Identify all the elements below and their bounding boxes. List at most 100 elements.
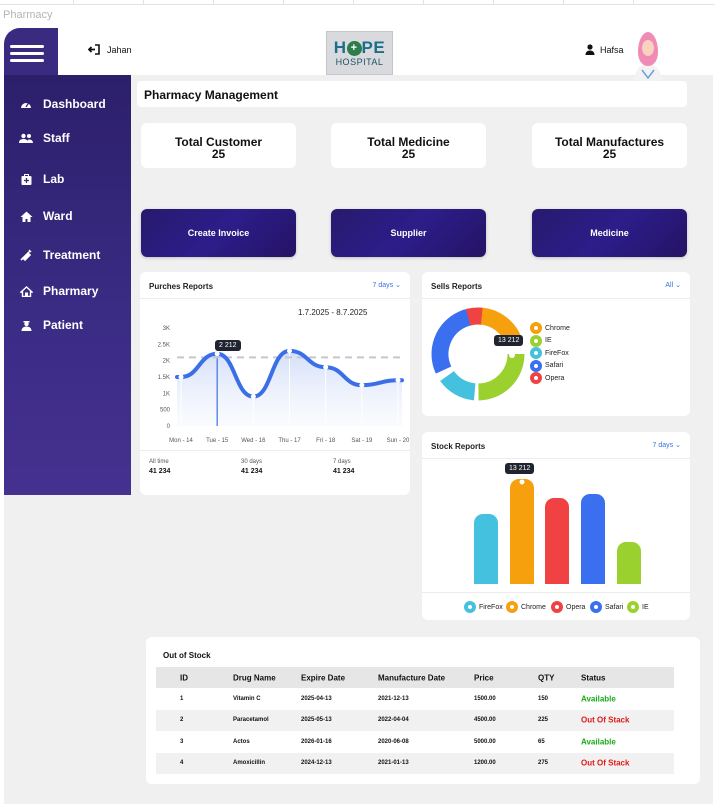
- medicine-button[interactable]: Medicine: [532, 209, 687, 257]
- data-point: [395, 377, 401, 383]
- table-cell: 3: [180, 738, 184, 745]
- legend-label: FireFox: [479, 603, 503, 611]
- hospital-logo: H + PE HOSPITAL: [326, 31, 393, 75]
- table-cell: 150: [538, 695, 549, 702]
- footer-stat-7-days: 7 days 41 234: [333, 459, 354, 475]
- topbar: Jahan H + PE HOSPITAL Hafsa: [58, 28, 713, 82]
- page-title: Pharmacy Management: [144, 88, 279, 102]
- app-frame: Jahan H + PE HOSPITAL Hafsa Dashboard Staf…: [4, 28, 713, 804]
- column-header: Manufacture Date: [378, 673, 446, 682]
- legend-swatch: [530, 322, 542, 334]
- user-nurse-icon: [18, 318, 34, 332]
- sidebar-item-label: Patient: [43, 318, 84, 332]
- table-cell: 2025-04-13: [301, 695, 332, 702]
- legend-swatch: [506, 601, 518, 613]
- data-point: [359, 382, 365, 388]
- range-dropdown[interactable]: All ⌄: [665, 281, 681, 289]
- stat-card-total-medicine: Total Medicine 25: [331, 123, 486, 168]
- footer-stat-label: 30 days: [241, 459, 263, 465]
- legend-label: FireFox: [545, 349, 569, 357]
- range-dropdown-value: 7 days: [652, 442, 674, 449]
- legend-item: FireFox: [530, 347, 569, 359]
- logout-icon: [88, 44, 100, 55]
- y-tick-label: 3K: [163, 326, 170, 332]
- stat-card-total-customer: Total Customer 25: [141, 123, 296, 168]
- table-cell: 275: [538, 760, 549, 766]
- range-dropdown-value: 7 days: [372, 282, 394, 289]
- table-cell: 225: [538, 717, 549, 723]
- card-header: Sells Reports All ⌄: [422, 272, 690, 299]
- legend-label: IE: [545, 337, 552, 344]
- chevron-down-icon: ⌄: [675, 442, 681, 449]
- table-cell: 1200.00: [474, 760, 496, 766]
- sidebar-item-lab[interactable]: Lab: [18, 172, 64, 186]
- sidebar-item-pharmary[interactable]: Pharmary: [18, 284, 98, 298]
- table-cell: 2021-01-13: [378, 760, 409, 766]
- sidebar-item-ward[interactable]: Ward: [18, 209, 73, 223]
- stock-legend: FireFox Chrome Opera Safari IE: [422, 592, 690, 620]
- range-dropdown[interactable]: 7 days ⌄: [653, 441, 681, 449]
- legend-swatch: [530, 372, 542, 384]
- bar-base: [581, 576, 605, 584]
- purchase-report-card: Purches Reports 7 days ⌄ 1.7.2025 - 8.7.…: [140, 272, 410, 495]
- sidebar-item-dashboard[interactable]: Dashboard: [18, 97, 106, 111]
- column-header: ID: [180, 673, 188, 682]
- footer-stat-label: All time: [149, 459, 169, 465]
- supplier-button[interactable]: Supplier: [331, 209, 486, 257]
- sells-report-card: Sells Reports All ⌄ 13 212 Chrome IE FireF…: [422, 272, 690, 416]
- syringe-icon: [18, 248, 34, 262]
- card-header: Stock Reports 7 days ⌄: [422, 432, 690, 459]
- table-cell: 2020-06-08: [378, 738, 409, 745]
- sidebar-item-patient[interactable]: Patient: [18, 318, 83, 332]
- legend-item: IE: [530, 334, 552, 347]
- footer-stat-30-days: 30 days 41 234: [241, 459, 262, 475]
- x-tick-label: Mon - 14: [169, 438, 193, 444]
- sidebar-item-treatment[interactable]: Treatment: [18, 248, 100, 262]
- table-row: 2 Paracetamol 2025-05-13 2022-04-04 4500.00 2…: [156, 709, 674, 731]
- sidebar-item-staff[interactable]: Staff: [18, 131, 70, 145]
- chevron-down-icon: ⌄: [395, 282, 401, 289]
- bar-base: [617, 576, 641, 584]
- line-chart-tooltip: 2 212: [215, 340, 241, 351]
- legend-item: Opera: [551, 601, 585, 613]
- stat-value: 25: [401, 147, 416, 161]
- stock-bar-chart: [474, 479, 641, 584]
- house-outline-icon: [18, 284, 34, 298]
- table-cell: 1500.00: [474, 695, 496, 702]
- column-header: QTY: [538, 673, 555, 682]
- hamburger-menu-icon[interactable]: [10, 45, 44, 63]
- user-menu[interactable]: Hafsa: [585, 44, 624, 55]
- footer-stat-value: 41 234: [149, 468, 171, 475]
- sidebar: Dashboard Staff Lab Ward Treatment Pharm…: [4, 75, 131, 495]
- footer-stat-all-time: All time 41 234: [149, 459, 170, 475]
- stat-value: 25: [602, 147, 617, 161]
- data-point: [287, 348, 292, 354]
- create-invoice-button[interactable]: Create Invoice: [141, 209, 296, 257]
- legend-item: Safari: [590, 601, 623, 613]
- table-cell: Paracetamol: [233, 717, 269, 723]
- bar-base: [474, 576, 498, 584]
- card-header: Purches Reports 7 days ⌄: [140, 272, 410, 299]
- table-cell: Amoxicillin: [233, 760, 266, 766]
- table-row: 1 Vitamin C 2025-04-13 2021-12-13 1500.00 150…: [156, 688, 674, 709]
- y-tick-label: 2K: [163, 359, 170, 365]
- legend-label: Opera: [545, 374, 565, 382]
- chevron-down-icon: ⌄: [675, 282, 681, 289]
- legend-item: FireFox: [464, 601, 503, 613]
- home-icon: [18, 209, 34, 223]
- card-title: Stock Reports: [431, 442, 486, 451]
- logout-button[interactable]: Jahan: [88, 44, 132, 55]
- sidebar-item-label: Ward: [43, 209, 73, 223]
- data-point: [178, 374, 184, 380]
- y-tick-label: 1K: [163, 391, 170, 397]
- data-point: [323, 364, 329, 370]
- data-point: [250, 394, 256, 400]
- table-cell: Out Of Stack: [581, 758, 630, 768]
- y-tick-label: 2.5K: [158, 342, 170, 348]
- x-tick-label: Tue - 15: [206, 438, 229, 444]
- bar-marker: [519, 479, 525, 485]
- range-dropdown[interactable]: 7 days ⌄: [373, 281, 401, 289]
- legend-item: Chrome: [506, 601, 546, 613]
- y-tick-label: 500: [160, 408, 171, 414]
- out-of-stock-card: Out of Stock ID Drug Name Expire Date Manuf…: [146, 637, 700, 784]
